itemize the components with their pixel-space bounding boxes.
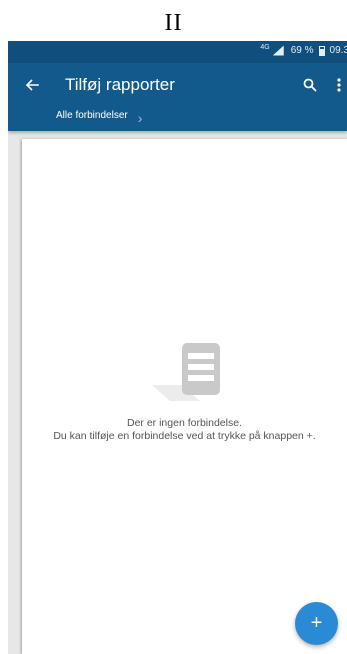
status-indicators: 4G 69 % 09.3 [260, 44, 347, 56]
battery-percent: 69 % [290, 45, 314, 56]
chevron-right-icon: › [137, 110, 143, 126]
search-button[interactable] [298, 73, 322, 97]
breadcrumb[interactable]: Alle forbindelser › [56, 107, 143, 127]
empty-state-line-1: Der er ingen forbindelse. [127, 417, 242, 429]
server-icon [152, 343, 220, 401]
empty-state-message: Der er ingen forbindelse. Du kan tilføje… [8, 417, 347, 443]
add-connection-button[interactable]: + [295, 602, 338, 645]
connections-list: Der er ingen forbindelse. Du kan tilføje… [22, 139, 347, 654]
network-type: 4G [260, 44, 270, 51]
app-bar: Tilføj rapporter Alle forbindelser › [8, 63, 347, 131]
overflow-menu-button[interactable] [330, 73, 347, 97]
plus-icon: + [310, 612, 323, 634]
more-vertical-icon [336, 78, 341, 92]
signal-icon [272, 45, 284, 56]
phone-screen: 4G 69 % 09.3 Tilføj rapporter Alle forbi… [8, 41, 347, 654]
status-bar: 4G 69 % 09.3 [8, 41, 347, 63]
figure: II 4G 69 % 09.3 Tilføj rapporter Alle fo… [0, 0, 347, 654]
battery-icon [318, 45, 325, 56]
empty-state-line-2: Du kan tilføje en forbindelse ved at try… [53, 430, 316, 442]
page-title: Tilføj rapporter [65, 75, 175, 94]
figure-caption: II [164, 10, 183, 36]
clock: 09.3 [329, 45, 347, 56]
search-icon [303, 78, 317, 92]
breadcrumb-label: Alle forbindelser [56, 109, 128, 121]
back-button[interactable] [20, 73, 44, 97]
arrow-left-icon [25, 79, 39, 91]
